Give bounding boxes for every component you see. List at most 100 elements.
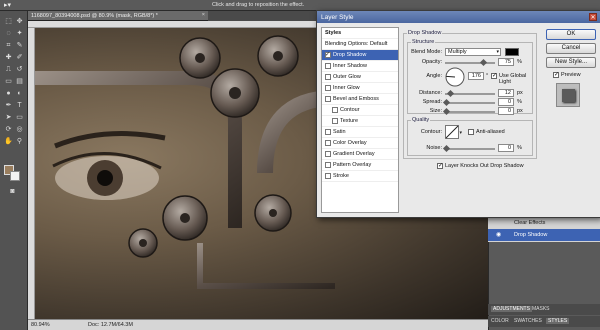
healing-brush-tool-icon[interactable]: ✚ <box>4 53 13 62</box>
checkbox[interactable] <box>325 96 331 102</box>
eraser-tool-icon[interactable]: ▭ <box>4 77 13 86</box>
style-item-inner-glow[interactable]: Inner Glow <box>322 83 398 94</box>
checkbox[interactable] <box>325 63 331 69</box>
style-item-pattern-overlay[interactable]: Pattern Overlay <box>322 160 398 171</box>
history-brush-tool-icon[interactable]: ↺ <box>15 65 24 74</box>
tab-swatches[interactable]: SWATCHES <box>514 318 542 324</box>
checkbox[interactable] <box>325 129 331 135</box>
style-item-contour[interactable]: Contour <box>322 105 398 116</box>
checkbox[interactable] <box>325 151 331 157</box>
preview-checkbox[interactable]: ✓ <box>553 72 559 78</box>
opacity-slider-thumb[interactable] <box>479 58 488 67</box>
knocks-out-checkbox[interactable]: ✓ <box>437 163 443 169</box>
style-item-stroke[interactable]: Stroke <box>322 171 398 182</box>
close-document-icon[interactable]: × <box>202 12 205 18</box>
checkbox[interactable] <box>325 74 331 80</box>
zoom-level[interactable]: 80.94% <box>31 322 50 328</box>
style-item-texture[interactable]: Texture <box>322 116 398 127</box>
background-color-swatch[interactable] <box>10 171 20 181</box>
distance-label: Distance: <box>419 90 442 96</box>
tab-masks[interactable]: MASKS <box>532 306 550 312</box>
dialog-titlebar[interactable]: Layer Style ✕ <box>317 11 600 23</box>
noise-slider-thumb[interactable] <box>442 144 451 153</box>
checkbox[interactable] <box>325 85 331 91</box>
size-field[interactable]: 0 <box>498 107 514 115</box>
marquee-tool-icon[interactable]: ⬚ <box>4 17 13 26</box>
opacity-slider[interactable] <box>445 62 495 64</box>
style-item-label: Inner Shadow <box>333 63 367 69</box>
use-global-light-checkbox[interactable]: ✓ <box>491 73 497 79</box>
cancel-button[interactable]: Cancel <box>546 43 596 54</box>
clone-stamp-tool-icon[interactable]: ⎍ <box>4 65 13 74</box>
shape-tool-icon[interactable]: ▭ <box>15 113 24 122</box>
quick-mask-icon[interactable]: ◙ <box>8 187 17 196</box>
shadow-color-swatch[interactable] <box>505 48 519 56</box>
style-item-satin[interactable]: Satin <box>322 127 398 138</box>
brush-tool-icon[interactable]: ✐ <box>15 53 24 62</box>
hand-tool-icon[interactable]: ✋ <box>4 137 13 146</box>
spread-slider[interactable] <box>445 102 495 104</box>
blend-mode-select[interactable]: Multiply ▾ <box>445 48 501 56</box>
dodge-tool-icon[interactable]: ◐ <box>15 89 24 98</box>
ok-button[interactable]: OK <box>546 29 596 40</box>
style-item-label: Blending Options: Default <box>325 41 388 47</box>
new-style-button[interactable]: New Style... <box>546 57 596 68</box>
contour-preview[interactable]: ▾ <box>445 125 463 139</box>
lasso-tool-icon[interactable]: ◌ <box>4 29 13 38</box>
noise-field[interactable]: 0 <box>498 144 514 152</box>
style-item-inner-shadow[interactable]: Inner Shadow <box>322 61 398 72</box>
checkbox[interactable] <box>332 118 338 124</box>
style-item-label: Color Overlay <box>333 140 367 146</box>
style-item-outer-glow[interactable]: Outer Glow <box>322 72 398 83</box>
noise-slider[interactable] <box>445 148 495 150</box>
style-item-color-overlay[interactable]: Color Overlay <box>322 138 398 149</box>
anti-aliased-checkbox[interactable] <box>468 129 474 135</box>
size-slider-thumb[interactable] <box>442 107 451 116</box>
path-selection-tool-icon[interactable]: ➤ <box>4 113 13 122</box>
eye-icon[interactable]: ◉ <box>496 231 504 238</box>
angle-field[interactable]: 176 <box>468 72 484 80</box>
zoom-tool-icon[interactable]: ⚲ <box>15 137 24 146</box>
eyedropper-tool-icon[interactable]: ✎ <box>15 41 24 50</box>
layer-row-clear-effects[interactable]: Clear Effects <box>488 217 600 229</box>
move-tool-icon[interactable]: ✥ <box>15 17 24 26</box>
style-item-gradient-overlay[interactable]: Gradient Overlay <box>322 149 398 160</box>
3d-orbit-tool-icon[interactable]: ◎ <box>15 125 24 134</box>
spread-field[interactable]: 0 <box>498 98 514 106</box>
close-icon[interactable]: ✕ <box>589 13 597 21</box>
move-arrow-icon[interactable]: ▸▾ <box>4 1 20 10</box>
magic-wand-tool-icon[interactable]: ✦ <box>15 29 24 38</box>
styles-header[interactable]: Styles <box>322 28 398 39</box>
structure-title: Structure <box>411 39 436 45</box>
preview-thumbnail <box>556 83 580 107</box>
tab-styles[interactable]: STYLES <box>546 318 570 324</box>
3d-rotate-tool-icon[interactable]: ⟳ <box>4 125 13 134</box>
tab-color[interactable]: COLOR <box>491 318 509 324</box>
angle-unit: ° <box>486 73 489 79</box>
style-item-bevel-emboss[interactable]: Bevel and Emboss <box>322 94 398 105</box>
document-tab[interactable]: 1168097_80394008.psd @ 80.9% (mask, RGB/… <box>28 11 208 21</box>
structure-group: Structure Blend Mode: Multiply ▾ Opacity… <box>407 39 533 116</box>
style-item-blending-options[interactable]: Blending Options: Default <box>322 39 398 50</box>
tab-adjustments[interactable]: ADJUSTMENTS <box>491 306 532 312</box>
distance-field[interactable]: 12 <box>498 89 514 97</box>
spread-unit: % <box>517 99 522 105</box>
crop-tool-icon[interactable]: ⌗ <box>4 41 13 50</box>
checkbox[interactable] <box>325 173 331 179</box>
style-item-drop-shadow[interactable]: ✓ Drop Shadow <box>322 50 398 61</box>
blur-tool-icon[interactable]: ● <box>4 89 13 98</box>
anti-aliased-label: Anti-aliased <box>476 129 505 135</box>
vertical-ruler <box>28 28 35 319</box>
layer-row-drop-shadow[interactable]: ◉ Drop Shadow <box>488 229 600 241</box>
opacity-field[interactable]: 75 <box>498 58 514 66</box>
spread-slider-thumb[interactable] <box>442 98 451 107</box>
pen-tool-icon[interactable]: ✒ <box>4 101 13 110</box>
checkbox[interactable] <box>325 140 331 146</box>
type-tool-icon[interactable]: T <box>15 101 24 110</box>
size-slider[interactable] <box>445 111 495 113</box>
checkbox[interactable] <box>325 162 331 168</box>
checkbox[interactable] <box>332 107 338 113</box>
gradient-tool-icon[interactable]: ▤ <box>15 77 24 86</box>
distance-slider-thumb[interactable] <box>446 89 455 98</box>
angle-dial[interactable] <box>445 67 465 87</box>
